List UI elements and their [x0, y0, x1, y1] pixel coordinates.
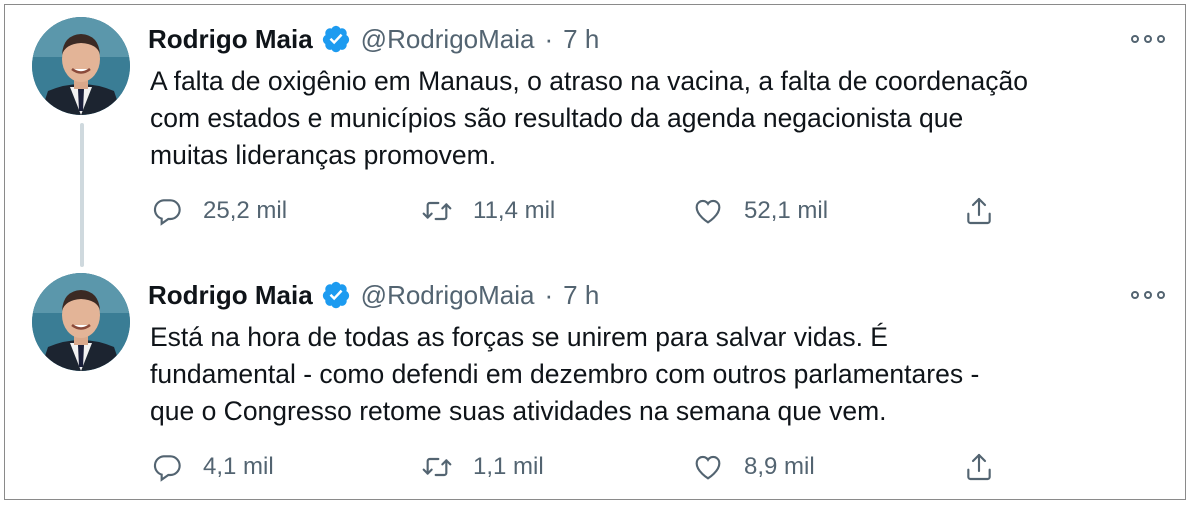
retweet-button[interactable]: 1,1 mil [421, 451, 544, 483]
share-icon [967, 197, 991, 225]
tweet-text-line: muitas lideranças promovem. [150, 140, 497, 170]
reply-count: 25,2 mil [203, 197, 288, 224]
tweet-card[interactable]: Rodrigo Maia @RodrigoMaia · 7 h Está na … [5, 261, 1185, 511]
like-count: 8,9 mil [744, 453, 815, 480]
heart-icon [695, 199, 721, 224]
more-options-icon[interactable] [1131, 29, 1165, 49]
reply-button[interactable]: 25,2 mil [151, 195, 287, 227]
tweet-header: Rodrigo Maia @RodrigoMaia · 7 h [148, 21, 599, 57]
tweet-text-line: que o Congresso retome suas atividades n… [150, 396, 887, 426]
avatar[interactable] [32, 273, 130, 371]
tweet-text-line: com estados e municípios são resultado d… [150, 103, 964, 133]
heart-icon [695, 455, 721, 480]
reply-count: 4,1 mil [203, 453, 274, 480]
reply-icon [153, 199, 181, 226]
author-handle[interactable]: @RodrigoMaia [361, 280, 535, 311]
retweet-count: 11,4 mil [473, 197, 556, 224]
tweet-text-line: Está na hora de todas as forças se unire… [150, 322, 888, 352]
share-button[interactable] [963, 195, 995, 227]
tweet-text-line: fundamental - como defendi em dezembro c… [150, 359, 980, 389]
retweet-icon [422, 457, 452, 477]
reply-icon [153, 455, 181, 482]
tweet-thread: Rodrigo Maia @RodrigoMaia · 7 h A falta … [4, 4, 1186, 500]
tweet-text: Está na hora de todas as forças se unire… [150, 319, 1150, 430]
separator-dot: · [544, 279, 554, 310]
tweet-text-line: A falta de oxigênio em Manaus, o atraso … [150, 66, 1029, 96]
like-button[interactable]: 52,1 mil [692, 195, 828, 227]
avatar[interactable] [32, 17, 130, 115]
tweet-card[interactable]: Rodrigo Maia @RodrigoMaia · 7 h A falta … [5, 5, 1185, 255]
verified-badge-icon [321, 24, 351, 54]
more-options-icon[interactable] [1131, 285, 1165, 305]
retweet-count: 1,1 mil [473, 453, 544, 480]
author-name[interactable]: Rodrigo Maia [148, 24, 313, 55]
tweet-actions: 25,2 mil 11,4 mil 52,1 mil [5, 195, 1185, 231]
verified-badge-icon [321, 280, 351, 310]
timestamp[interactable]: 7 h [563, 280, 599, 311]
tweet-actions: 4,1 mil 1,1 mil 8,9 mil [5, 451, 1185, 487]
timestamp[interactable]: 7 h [563, 24, 599, 55]
tweet-text: A falta de oxigênio em Manaus, o atraso … [150, 63, 1150, 174]
share-icon [967, 453, 991, 481]
retweet-button[interactable]: 11,4 mil [421, 195, 555, 227]
like-button[interactable]: 8,9 mil [692, 451, 815, 483]
reply-button[interactable]: 4,1 mil [151, 451, 274, 483]
retweet-icon [422, 201, 452, 221]
share-button[interactable] [963, 451, 995, 483]
tweet-header: Rodrigo Maia @RodrigoMaia · 7 h [148, 277, 599, 313]
separator-dot: · [544, 23, 554, 54]
author-handle[interactable]: @RodrigoMaia [361, 24, 535, 55]
author-name[interactable]: Rodrigo Maia [148, 280, 313, 311]
like-count: 52,1 mil [744, 197, 829, 224]
